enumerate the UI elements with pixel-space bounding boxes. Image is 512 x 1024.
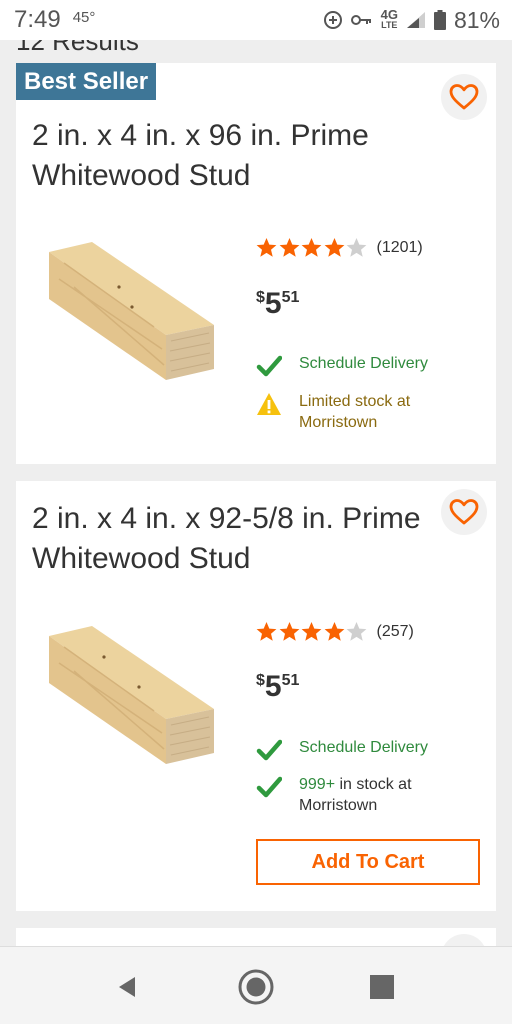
recents-icon	[370, 975, 394, 999]
product-card[interactable]: Best Seller 2 in. x 4 in. x 96 in. Prime…	[16, 63, 496, 464]
stock-quantity: 999+	[299, 776, 336, 793]
product-card[interactable]	[16, 928, 496, 946]
fulfillment-text: Schedule Delivery	[299, 739, 428, 756]
star-filled-icon	[324, 238, 344, 257]
favorite-button[interactable]	[441, 74, 487, 120]
data-saver-icon	[323, 10, 343, 30]
product-rating[interactable]: (1201)	[256, 237, 423, 258]
product-price: $551	[256, 670, 299, 704]
home-button[interactable]	[236, 967, 276, 1007]
results-list[interactable]: 12 Results Best Seller 2 in. x 4 in. x 9…	[0, 40, 512, 946]
product-title[interactable]: 2 in. x 4 in. x 96 in. Prime Whitewood S…	[32, 116, 432, 196]
product-price: $551	[256, 287, 299, 321]
price-cents: 51	[281, 672, 300, 689]
fulfillment-stock: Limited stock at Morristown	[256, 391, 486, 433]
star-rating	[256, 621, 369, 642]
star-filled-icon	[324, 622, 344, 641]
heart-icon	[449, 84, 479, 110]
check-icon	[256, 776, 282, 798]
star-filled-icon	[256, 622, 277, 641]
fulfillment-delivery: Schedule Delivery	[256, 353, 486, 379]
review-count: (257)	[376, 622, 414, 640]
status-temperature: 45°	[72, 8, 96, 26]
star-filled-icon	[256, 238, 277, 257]
warning-icon	[257, 393, 281, 415]
best-seller-badge: Best Seller	[16, 63, 157, 100]
fulfillment-text: Schedule Delivery	[299, 355, 428, 372]
battery-percent: 81%	[453, 6, 500, 33]
system-nav-bar	[0, 946, 512, 1024]
star-filled-icon	[301, 622, 322, 641]
star-filled-icon	[301, 238, 322, 257]
price-cents: 51	[281, 289, 300, 306]
vpn-key-icon	[350, 13, 373, 27]
battery-icon	[433, 10, 446, 30]
price-dollars: 5	[264, 287, 282, 320]
check-icon	[256, 739, 282, 761]
status-time: 7:49	[14, 6, 61, 33]
fulfillment-delivery: Schedule Delivery	[256, 737, 486, 763]
add-to-cart-button[interactable]: Add To Cart	[256, 839, 480, 885]
star-empty-icon	[346, 622, 367, 641]
review-count: (1201)	[376, 238, 423, 256]
signal-icon	[406, 11, 426, 29]
network-type: 4G LTE	[380, 7, 398, 31]
heart-icon	[449, 499, 479, 525]
lumber-stud-image[interactable]	[44, 621, 219, 771]
star-filled-icon	[279, 622, 299, 641]
price-dollars: 5	[264, 670, 282, 703]
price-currency: $	[256, 672, 265, 689]
status-bar: 7:49 45° 4G LTE 81%	[0, 0, 512, 40]
fulfillment-stock: 999+ in stock at Morristown	[256, 774, 486, 816]
status-icons: 4G LTE 81%	[323, 7, 500, 34]
favorite-button[interactable]	[441, 489, 487, 535]
network-label: 4G	[380, 7, 398, 22]
back-button[interactable]	[107, 967, 147, 1007]
star-empty-icon	[346, 238, 367, 257]
home-icon	[238, 969, 274, 1005]
results-count: 12 Results	[16, 40, 139, 56]
lumber-stud-image[interactable]	[44, 237, 219, 387]
price-currency: $	[256, 289, 265, 306]
recents-button[interactable]	[362, 967, 402, 1007]
product-card[interactable]: 2 in. x 4 in. x 92-5/8 in. Prime Whitewo…	[16, 481, 496, 911]
product-rating[interactable]: (257)	[256, 621, 414, 642]
check-icon	[256, 355, 282, 377]
product-title[interactable]: 2 in. x 4 in. x 92-5/8 in. Prime Whitewo…	[32, 499, 432, 579]
favorite-button[interactable]	[441, 934, 487, 946]
star-filled-icon	[279, 238, 299, 257]
fulfillment-text: Limited stock at Morristown	[299, 393, 411, 431]
network-sub-label: LTE	[381, 20, 398, 30]
back-icon	[119, 977, 135, 997]
fulfillment-text: 999+ in stock at Morristown	[299, 774, 486, 816]
star-rating	[256, 237, 369, 258]
